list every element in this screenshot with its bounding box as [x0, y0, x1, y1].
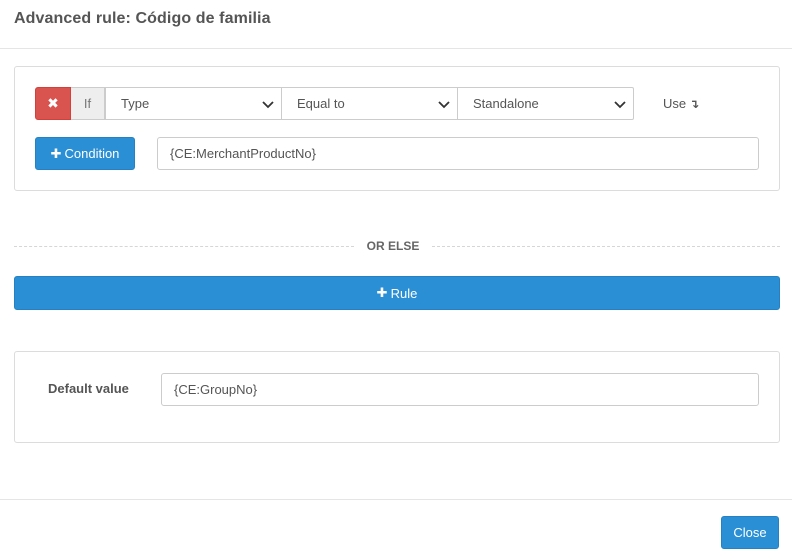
- default-value-label: Default value: [48, 381, 129, 396]
- plus-icon: ✚: [376, 285, 388, 300]
- arrow-down-icon: ↴: [689, 96, 700, 111]
- chevron-down-icon: [262, 101, 274, 109]
- divider-line: [14, 246, 354, 247]
- plus-icon: ✚: [50, 145, 62, 161]
- close-button[interactable]: Close: [721, 516, 779, 549]
- add-condition-button[interactable]: ✚ Condition: [35, 137, 135, 170]
- remove-condition-button[interactable]: ✖: [35, 87, 71, 120]
- operator-select-value: Equal to: [297, 96, 345, 111]
- divider-line: [432, 246, 780, 247]
- close-icon: ✖: [47, 95, 59, 111]
- field-select[interactable]: Type: [105, 87, 282, 120]
- or-else-divider: OR ELSE: [14, 237, 780, 257]
- modal-title: Advanced rule: Código de familia: [14, 10, 271, 27]
- default-value-text: {CE:GroupNo}: [174, 382, 258, 397]
- chevron-down-icon: [614, 101, 626, 109]
- or-else-label: OR ELSE: [366, 239, 420, 253]
- modal-header: Advanced rule: Código de familia: [0, 0, 792, 49]
- value-select[interactable]: Standalone: [458, 87, 634, 120]
- if-addon: If: [71, 87, 105, 120]
- add-condition-label: Condition: [64, 146, 120, 161]
- default-value-input[interactable]: {CE:GroupNo}: [161, 373, 759, 406]
- rule-output-input[interactable]: {CE:MerchantProductNo}: [157, 137, 759, 170]
- value-select-value: Standalone: [473, 96, 539, 111]
- use-label: Use: [663, 96, 687, 111]
- field-select-value: Type: [121, 96, 150, 111]
- chevron-down-icon: [438, 101, 450, 109]
- default-value-panel: Default value {CE:GroupNo}: [14, 351, 780, 443]
- use-toggle[interactable]: Use ↴: [663, 96, 699, 111]
- rule-output-value: {CE:MerchantProductNo}: [170, 146, 316, 161]
- add-rule-button[interactable]: ✚ Rule: [14, 276, 780, 310]
- modal-footer: Close: [0, 499, 792, 560]
- rule-panel: ✖ If Type Equal to Standalone Use ↴ ✚ Co…: [14, 66, 780, 191]
- add-rule-label: Rule: [390, 285, 418, 301]
- operator-select[interactable]: Equal to: [282, 87, 458, 120]
